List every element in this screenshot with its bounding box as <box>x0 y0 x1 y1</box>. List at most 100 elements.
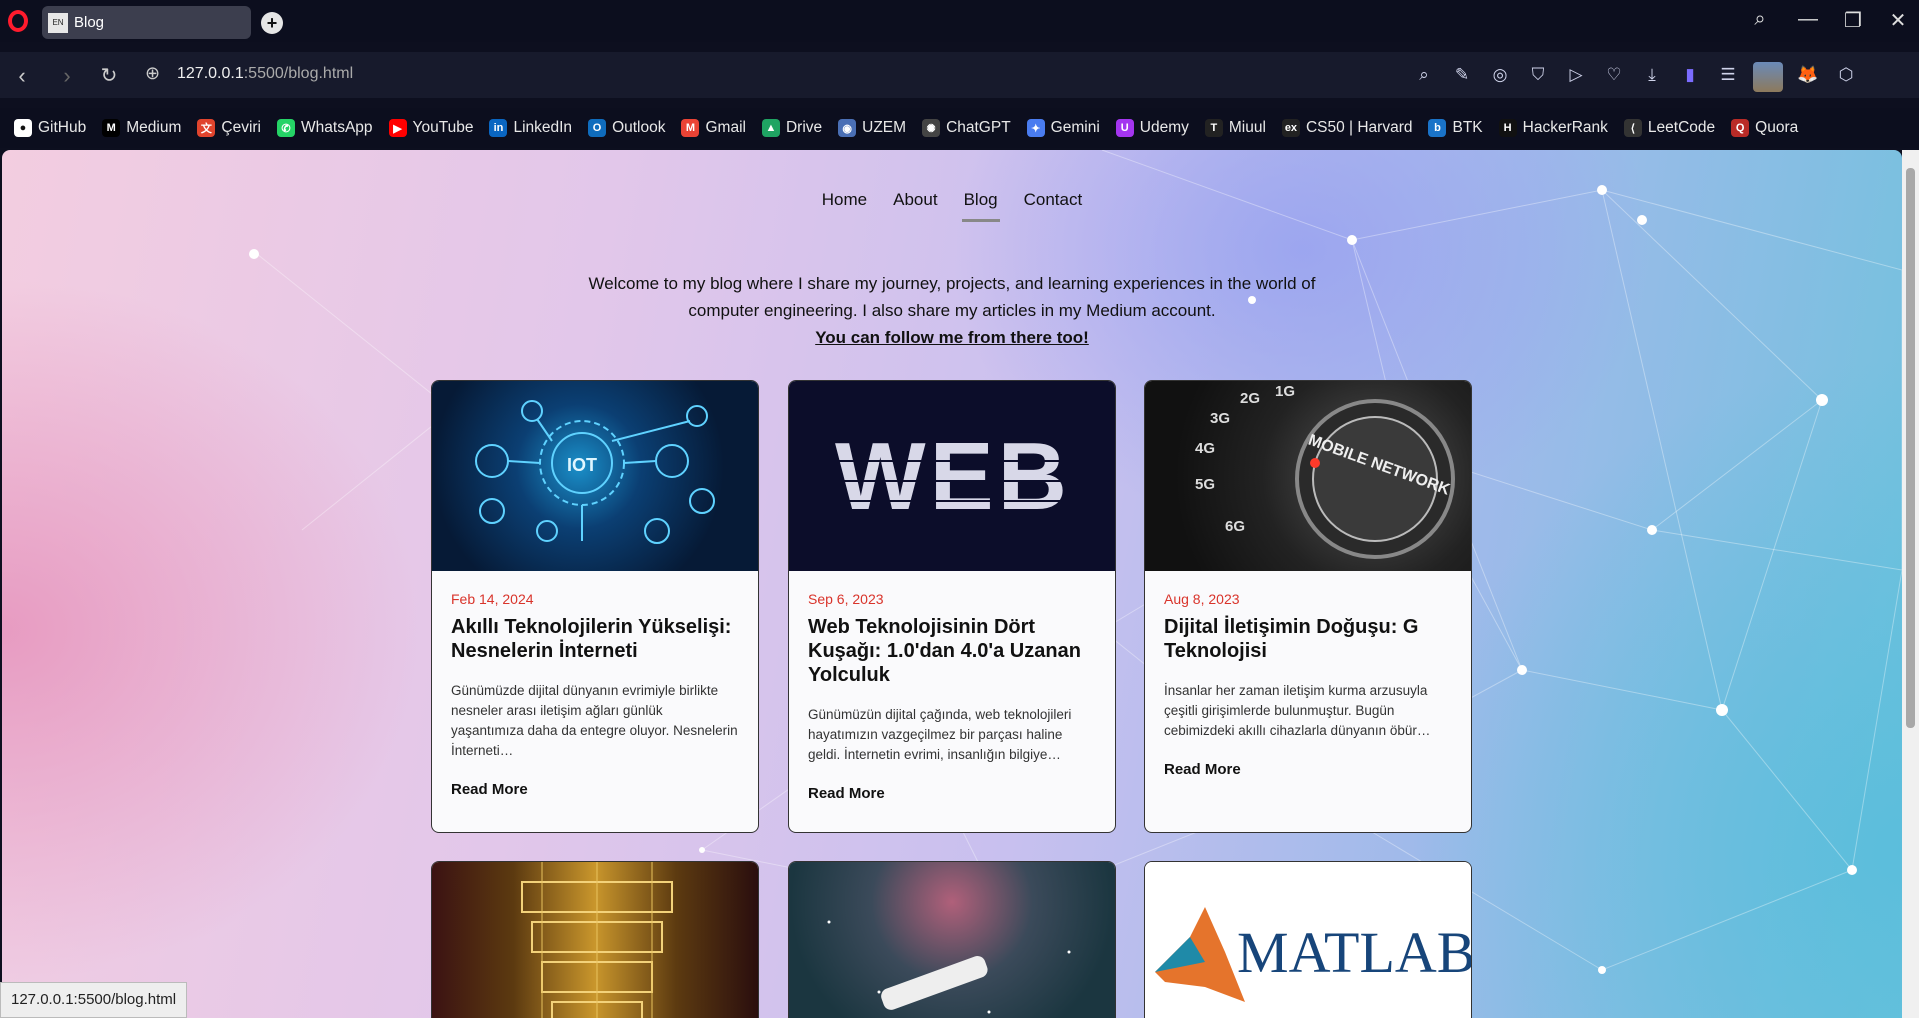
post-title[interactable]: Akıllı Teknolojilerin Yükselişi: Nesnele… <box>451 615 739 663</box>
profile-thumbnail[interactable] <box>1753 62 1783 92</box>
read-more-link[interactable]: Read More <box>808 785 1096 802</box>
bookmark-medium[interactable]: M Medium <box>102 119 181 137</box>
leetcode-icon: ⟨ <box>1623 119 1642 137</box>
download-icon[interactable]: ⤓ <box>1639 62 1665 88</box>
web-image-label: WEB <box>835 423 1071 530</box>
read-more-link[interactable]: Read More <box>451 781 739 798</box>
site-nav: Home About Blog Contact <box>2 190 1902 222</box>
bookmark-label: Drive <box>785 119 823 136</box>
iot-image: IOT <box>432 381 758 571</box>
bookmark-whatsapp[interactable]: ✆ WhatsApp <box>277 119 373 137</box>
heart-icon[interactable]: ♡ <box>1601 62 1627 88</box>
gmail-icon: M <box>681 119 700 137</box>
web-image: WEB <box>789 381 1115 571</box>
translate-icon: 文 <box>197 119 216 137</box>
tab-favicon-icon: EN <box>48 12 68 33</box>
medium-icon: M <box>102 119 121 137</box>
tab-blog[interactable]: EN Blog <box>42 6 251 39</box>
dial-label: 2G <box>1240 390 1260 407</box>
github-icon: ● <box>14 119 32 137</box>
bookmark-chatgpt[interactable]: ✺ ChatGPT <box>922 119 1011 137</box>
bookmark-label: Gemini <box>1050 119 1100 136</box>
post-title[interactable]: Dijital İletişimin Doğuşu: G Teknolojisi <box>1164 615 1452 663</box>
edx-icon: ex <box>1281 119 1300 137</box>
blog-card[interactable] <box>431 861 759 1018</box>
blog-card[interactable]: MATLAB <box>1144 861 1472 1018</box>
post-date: Aug 8, 2023 <box>1164 591 1240 607</box>
bookmark-linkedin[interactable]: in LinkedIn <box>489 119 572 137</box>
easy-setup-icon[interactable]: ☰ <box>1715 62 1741 88</box>
cube-extension-icon[interactable]: ⬡ <box>1833 62 1859 88</box>
matlab-image: MATLAB <box>1145 862 1471 1018</box>
back-button[interactable]: ‹ <box>8 63 36 89</box>
hackerrank-icon: H <box>1498 119 1517 137</box>
blog-card[interactable]: MOBILE NETWORK 2G 1G 3G 4G 5G 6G Aug 8, … <box>1144 380 1472 833</box>
shield-icon[interactable]: ⛉ <box>1525 62 1551 88</box>
bookmark-miuul[interactable]: T Miuul <box>1204 119 1266 137</box>
read-more-link[interactable]: Read More <box>1164 761 1452 778</box>
bookmark-label: Outlook <box>612 119 666 136</box>
blog-card[interactable] <box>788 861 1116 1018</box>
bookmark-github[interactable]: ● GitHub <box>14 119 86 137</box>
reload-button[interactable]: ↻ <box>95 63 123 88</box>
medium-follow-link[interactable]: You can follow me from there too! <box>815 328 1089 347</box>
tab-title: Blog <box>74 14 105 31</box>
nav-blog[interactable]: Blog <box>951 190 1011 222</box>
forward-button[interactable]: › <box>53 63 81 89</box>
battery-saver-icon[interactable]: ▮ <box>1677 62 1703 88</box>
quantum-computer-image <box>432 862 758 1018</box>
bookmark-label: LeetCode <box>1647 119 1716 136</box>
whatsapp-icon: ✆ <box>277 119 296 137</box>
bookmark-label: UZEM <box>862 119 907 136</box>
bookmark-label: Medium <box>126 119 182 136</box>
outlook-icon: O <box>588 119 607 137</box>
bookmark-outlook[interactable]: O Outlook <box>588 119 665 137</box>
close-window-button[interactable]: ✕ <box>1883 8 1913 33</box>
blog-card[interactable]: IOT Feb 14, 2024 Akıllı Teknolojilerin Y… <box>431 380 759 833</box>
bookmark-label: Gmail <box>705 119 746 136</box>
camera-icon[interactable]: ◎ <box>1487 62 1513 88</box>
post-title[interactable]: Web Teknolojisinin Dört Kuşağı: 1.0'dan … <box>808 615 1096 687</box>
new-tab-button[interactable]: + <box>261 12 283 34</box>
search-page-icon[interactable]: ⌕ <box>1411 62 1437 88</box>
dial-label: 4G <box>1195 440 1215 457</box>
miuul-icon: T <box>1204 119 1223 137</box>
search-tabs-icon[interactable]: ⌕ <box>1745 8 1775 31</box>
nav-about[interactable]: About <box>880 190 950 210</box>
intro-paragraph: Welcome to my blog where I share my jour… <box>588 274 1316 320</box>
bookmark-gmail[interactable]: M Gmail <box>681 119 746 137</box>
nav-contact[interactable]: Contact <box>1011 190 1096 210</box>
url-path: :5500/blog.html <box>243 65 354 82</box>
bookmark-drive[interactable]: ▲ Drive <box>761 119 823 137</box>
bookmark-udemy[interactable]: U Udemy <box>1115 119 1189 137</box>
bookmark-quora[interactable]: Q Quora <box>1731 119 1798 137</box>
post-excerpt: İnsanlar her zaman iletişim kurma arzusu… <box>1164 683 1431 738</box>
scrollbar-thumb[interactable] <box>1906 168 1915 728</box>
blog-card[interactable]: WEB Sep 6, 2023 Web Teknolojisinin Dört … <box>788 380 1116 833</box>
bookmarks-bar: ● GitHub M Medium 文 Çeviri ✆ WhatsApp ▶ YouTube in… <box>0 108 1919 148</box>
nav-home[interactable]: Home <box>809 190 880 210</box>
dial-label: 5G <box>1195 476 1215 493</box>
bookmark-leetcode[interactable]: ⟨ LeetCode <box>1623 119 1716 137</box>
bookmark-youtube[interactable]: ▶ YouTube <box>388 119 473 137</box>
bookmark-cs50-harvard[interactable]: ex CS50 | Harvard <box>1281 119 1412 137</box>
bookmark-gemini[interactable]: ✦ Gemini <box>1026 119 1100 137</box>
dial-label: 3G <box>1210 410 1230 427</box>
restore-button[interactable]: ❐ <box>1838 8 1868 33</box>
bookmark-btk[interactable]: b BTK <box>1428 119 1483 137</box>
bookmark-uzem[interactable]: ◉ UZEM <box>838 119 906 137</box>
fox-extension-icon[interactable]: 🦊 <box>1795 62 1821 88</box>
minimize-button[interactable]: — <box>1793 8 1823 31</box>
iot-image-label: IOT <box>567 455 597 475</box>
status-bar-url: 127.0.0.1:5500/blog.html <box>0 982 188 1018</box>
bookmark--eviri[interactable]: 文 Çeviri <box>197 119 261 137</box>
site-info-icon[interactable]: ⊕ <box>145 63 160 84</box>
opera-logo-icon[interactable] <box>8 10 28 32</box>
edit-icon[interactable]: ✎ <box>1449 62 1475 88</box>
url-field[interactable]: 127.0.0.1:5500/blog.html <box>177 65 353 83</box>
bookmark-label: Miuul <box>1228 119 1266 136</box>
matlab-logo-text: MATLAB <box>1237 920 1471 985</box>
udemy-icon: U <box>1115 119 1134 137</box>
send-icon[interactable]: ▷ <box>1563 62 1589 88</box>
bookmark-hackerrank[interactable]: H HackerRank <box>1498 119 1608 137</box>
